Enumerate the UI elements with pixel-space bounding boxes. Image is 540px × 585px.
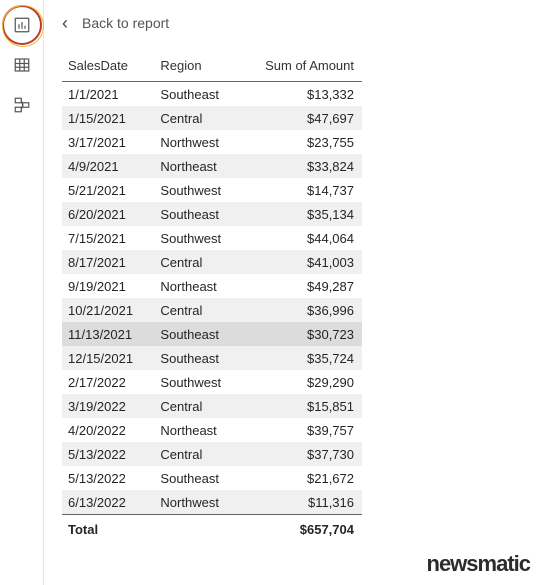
cell-amount: $49,287 bbox=[242, 274, 362, 298]
total-amount: $657,704 bbox=[242, 515, 362, 545]
cell-date: 11/13/2021 bbox=[62, 322, 154, 346]
cell-amount: $15,851 bbox=[242, 394, 362, 418]
table-row[interactable]: 4/20/2022Northeast$39,757 bbox=[62, 418, 362, 442]
table-row[interactable]: 11/13/2021Southeast$30,723 bbox=[62, 322, 362, 346]
cell-date: 1/1/2021 bbox=[62, 82, 154, 107]
cell-date: 5/21/2021 bbox=[62, 178, 154, 202]
cell-date: 5/13/2022 bbox=[62, 442, 154, 466]
table-row[interactable]: 5/13/2022Southeast$21,672 bbox=[62, 466, 362, 490]
cell-date: 8/17/2021 bbox=[62, 250, 154, 274]
cell-amount: $11,316 bbox=[242, 490, 362, 515]
table-row[interactable]: 2/17/2022Southwest$29,290 bbox=[62, 370, 362, 394]
data-view-icon[interactable] bbox=[11, 54, 33, 76]
table-row[interactable]: 8/17/2021Central$41,003 bbox=[62, 250, 362, 274]
cell-date: 6/20/2021 bbox=[62, 202, 154, 226]
table-footer-row: Total $657,704 bbox=[62, 515, 362, 545]
table-row[interactable]: 7/15/2021Southwest$44,064 bbox=[62, 226, 362, 250]
column-header-region[interactable]: Region bbox=[154, 52, 241, 82]
table-row[interactable]: 3/19/2022Central$15,851 bbox=[62, 394, 362, 418]
cell-amount: $29,290 bbox=[242, 370, 362, 394]
cell-date: 5/13/2022 bbox=[62, 466, 154, 490]
cell-amount: $13,332 bbox=[242, 82, 362, 107]
watermark: newsmatic bbox=[427, 551, 531, 577]
back-label: Back to report bbox=[82, 15, 169, 31]
cell-date: 9/19/2021 bbox=[62, 274, 154, 298]
cell-region: Southeast bbox=[154, 82, 241, 107]
cell-amount: $23,755 bbox=[242, 130, 362, 154]
view-sidebar bbox=[0, 0, 44, 585]
cell-date: 12/15/2021 bbox=[62, 346, 154, 370]
cell-amount: $30,723 bbox=[242, 322, 362, 346]
cell-amount: $36,996 bbox=[242, 298, 362, 322]
cell-amount: $35,134 bbox=[242, 202, 362, 226]
cell-amount: $39,757 bbox=[242, 418, 362, 442]
cell-date: 10/21/2021 bbox=[62, 298, 154, 322]
model-view-icon[interactable] bbox=[11, 94, 33, 116]
cell-amount: $21,672 bbox=[242, 466, 362, 490]
table-row[interactable]: 1/1/2021Southeast$13,332 bbox=[62, 82, 362, 107]
cell-region: Central bbox=[154, 250, 241, 274]
data-table: SalesDate Region Sum of Amount 1/1/2021S… bbox=[62, 52, 362, 544]
cell-date: 7/15/2021 bbox=[62, 226, 154, 250]
table-row[interactable]: 4/9/2021Northeast$33,824 bbox=[62, 154, 362, 178]
table-row[interactable]: 3/17/2021Northwest$23,755 bbox=[62, 130, 362, 154]
cell-region: Southwest bbox=[154, 370, 241, 394]
table-row[interactable]: 1/15/2021Central$47,697 bbox=[62, 106, 362, 130]
cell-region: Northwest bbox=[154, 130, 241, 154]
cell-date: 3/19/2022 bbox=[62, 394, 154, 418]
cell-region: Southeast bbox=[154, 346, 241, 370]
cell-region: Northeast bbox=[154, 418, 241, 442]
table-row[interactable]: 6/13/2022Northwest$11,316 bbox=[62, 490, 362, 515]
cell-amount: $14,737 bbox=[242, 178, 362, 202]
table-row[interactable]: 6/20/2021Southeast$35,134 bbox=[62, 202, 362, 226]
cell-region: Southeast bbox=[154, 322, 241, 346]
table-row[interactable]: 12/15/2021Southeast$35,724 bbox=[62, 346, 362, 370]
cell-amount: $35,724 bbox=[242, 346, 362, 370]
column-header-salesdate[interactable]: SalesDate bbox=[62, 52, 154, 82]
cell-region: Central bbox=[154, 442, 241, 466]
table-row[interactable]: 5/13/2022Central$37,730 bbox=[62, 442, 362, 466]
cell-date: 2/17/2022 bbox=[62, 370, 154, 394]
cell-region: Northeast bbox=[154, 154, 241, 178]
table-header-row: SalesDate Region Sum of Amount bbox=[62, 52, 362, 82]
back-to-report-button[interactable]: ‹ Back to report bbox=[62, 14, 530, 32]
cell-date: 6/13/2022 bbox=[62, 490, 154, 515]
cell-date: 4/9/2021 bbox=[62, 154, 154, 178]
cell-amount: $41,003 bbox=[242, 250, 362, 274]
report-view-icon[interactable] bbox=[11, 14, 33, 36]
cell-amount: $37,730 bbox=[242, 442, 362, 466]
table-row[interactable]: 10/21/2021Central$36,996 bbox=[62, 298, 362, 322]
chevron-left-icon: ‹ bbox=[62, 14, 68, 32]
table-row[interactable]: 5/21/2021Southwest$14,737 bbox=[62, 178, 362, 202]
cell-region: Northwest bbox=[154, 490, 241, 515]
cell-region: Central bbox=[154, 394, 241, 418]
cell-region: Central bbox=[154, 106, 241, 130]
cell-region: Southeast bbox=[154, 202, 241, 226]
cell-date: 1/15/2021 bbox=[62, 106, 154, 130]
table-row[interactable]: 9/19/2021Northeast$49,287 bbox=[62, 274, 362, 298]
cell-amount: $44,064 bbox=[242, 226, 362, 250]
cell-region: Southeast bbox=[154, 466, 241, 490]
total-label: Total bbox=[62, 515, 242, 545]
cell-region: Southwest bbox=[154, 178, 241, 202]
cell-region: Northeast bbox=[154, 274, 241, 298]
cell-amount: $47,697 bbox=[242, 106, 362, 130]
cell-region: Southwest bbox=[154, 226, 241, 250]
cell-date: 4/20/2022 bbox=[62, 418, 154, 442]
column-header-amount[interactable]: Sum of Amount bbox=[242, 52, 362, 82]
cell-region: Central bbox=[154, 298, 241, 322]
cell-date: 3/17/2021 bbox=[62, 130, 154, 154]
main-content: ‹ Back to report SalesDate Region Sum of… bbox=[44, 0, 540, 585]
cell-amount: $33,824 bbox=[242, 154, 362, 178]
